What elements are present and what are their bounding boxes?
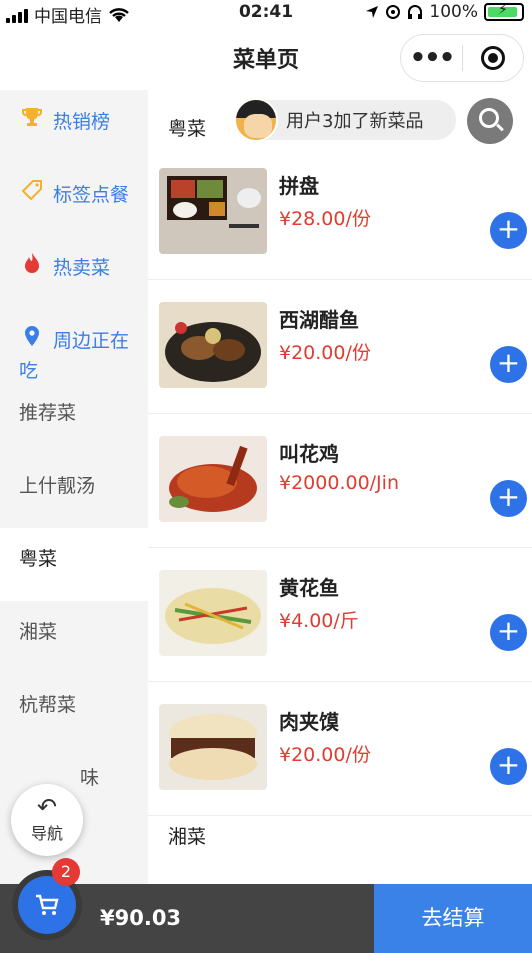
sidebar-item-label: 湘菜 — [19, 621, 58, 643]
sidebar-item-recommended[interactable]: 推荐菜 — [0, 382, 148, 455]
sidebar-item-hot-sale[interactable]: 热卖菜 — [0, 236, 148, 309]
sidebar-item-label: 杭帮菜 — [19, 694, 77, 716]
sidebar-item-hangzhou[interactable]: 杭帮菜 — [0, 674, 148, 747]
dish-price: ¥20.00/份 — [279, 744, 371, 766]
sidebar-item-label: 味 — [80, 767, 100, 789]
dish-price: ¥2000.00/Jin — [279, 472, 399, 494]
add-button[interactable]: + — [490, 480, 527, 517]
dish-price: ¥4.00/斤 — [279, 610, 359, 632]
orientation-lock-icon — [386, 5, 401, 19]
dish-item[interactable]: 黄花鱼 ¥4.00/斤 + — [148, 548, 532, 682]
headphones-icon — [408, 5, 423, 19]
close-target-button[interactable] — [463, 46, 523, 70]
sidebar-item-label: 推荐菜 — [19, 402, 77, 424]
dish-item[interactable]: 肉夹馍 ¥20.00/份 + — [148, 682, 532, 816]
search-button[interactable] — [467, 98, 513, 144]
add-button[interactable]: + — [490, 748, 527, 785]
fire-icon — [19, 252, 45, 283]
battery-icon: ⚡ — [484, 2, 524, 21]
category-sidebar: 热销榜 标签点餐 热卖菜 周边正在吃 推荐菜 上什靓汤 粤菜 湘菜 杭帮菜 味 — [0, 90, 148, 884]
plus-icon: + — [496, 480, 521, 513]
tag-icon — [19, 179, 45, 210]
sidebar-item-label: 热卖菜 — [53, 257, 111, 279]
dish-item[interactable]: 叫花鸡 ¥2000.00/Jin + — [148, 414, 532, 548]
nav-bar: 菜单页 ••• — [0, 26, 532, 90]
sidebar-item-label: 上什靓汤 — [19, 475, 96, 497]
dish-name: 黄花鱼 — [279, 576, 339, 600]
dish-item[interactable]: 拼盘 ¥28.00/份 + — [148, 146, 532, 280]
mini-program-capsule: ••• — [400, 34, 524, 82]
location-arrow-icon — [366, 6, 379, 18]
sidebar-item-tag-order[interactable]: 标签点餐 — [0, 163, 148, 236]
add-button[interactable]: + — [490, 346, 527, 383]
category-header-next: 湘菜 — [168, 826, 207, 848]
target-icon — [480, 46, 505, 70]
dish-name: 西湖醋鱼 — [279, 308, 359, 332]
plus-icon: + — [496, 748, 521, 781]
navigation-float-button[interactable]: ↶ 导航 — [11, 784, 83, 856]
dish-image — [159, 302, 267, 388]
dish-image — [159, 704, 267, 790]
dish-name: 肉夹馍 — [279, 710, 339, 734]
more-dots-icon[interactable]: ••• — [401, 38, 462, 78]
status-right: 100% ⚡ — [365, 2, 524, 22]
category-header: 粤菜 — [168, 118, 207, 140]
plus-icon: + — [496, 212, 521, 245]
plus-icon: + — [496, 346, 521, 379]
sidebar-item-hot-list[interactable]: 热销榜 — [0, 90, 148, 163]
add-button[interactable]: + — [490, 614, 527, 651]
dish-image — [159, 168, 267, 254]
notice-text: 用户3加了新菜品 — [286, 111, 424, 132]
status-bar: 中国电信 02:41 100% ⚡ — [0, 0, 532, 27]
dish-price: ¥20.00/份 — [279, 342, 371, 364]
sidebar-item-soup[interactable]: 上什靓汤 — [0, 455, 148, 528]
dish-price: ¥28.00/份 — [279, 208, 371, 230]
cart-bar: 2 ¥90.03 去结算 — [0, 858, 532, 953]
dish-panel: 粤菜 用户3加了新菜品 拼盘 ¥28.00/份 + 西湖醋鱼 ¥20.00/份 … — [148, 90, 532, 884]
sidebar-item-label: 标签点餐 — [53, 184, 130, 206]
dish-image — [159, 570, 267, 656]
avatar — [234, 98, 278, 142]
cart-button[interactable]: 2 — [12, 858, 82, 940]
cart-count-badge: 2 — [52, 858, 80, 886]
location-pin-icon — [19, 325, 45, 356]
sidebar-item-hunan[interactable]: 湘菜 — [0, 601, 148, 674]
sidebar-item-label: 热销榜 — [53, 111, 111, 133]
dish-image — [159, 436, 267, 522]
battery-percent: 100% — [429, 2, 478, 22]
dish-list: 拼盘 ¥28.00/份 + 西湖醋鱼 ¥20.00/份 + 叫花鸡 ¥2000.… — [148, 146, 532, 816]
navigation-label: 导航 — [30, 824, 63, 843]
checkout-button[interactable]: 去结算 — [374, 884, 532, 953]
sidebar-item-cantonese[interactable]: 粤菜 — [0, 528, 148, 601]
dish-name: 拼盘 — [279, 174, 319, 198]
cart-total: ¥90.03 — [100, 906, 182, 930]
sidebar-item-nearby[interactable]: 周边正在吃 — [0, 309, 148, 382]
trophy-icon — [19, 106, 45, 137]
back-arrow-icon: ↶ — [36, 793, 58, 821]
dish-name: 叫花鸡 — [279, 442, 339, 466]
add-button[interactable]: + — [490, 212, 527, 249]
sidebar-item-label: 粤菜 — [19, 548, 58, 570]
plus-icon: + — [496, 614, 521, 647]
dish-item[interactable]: 西湖醋鱼 ¥20.00/份 + — [148, 280, 532, 414]
notice-bubble: 用户3加了新菜品 — [234, 98, 456, 142]
